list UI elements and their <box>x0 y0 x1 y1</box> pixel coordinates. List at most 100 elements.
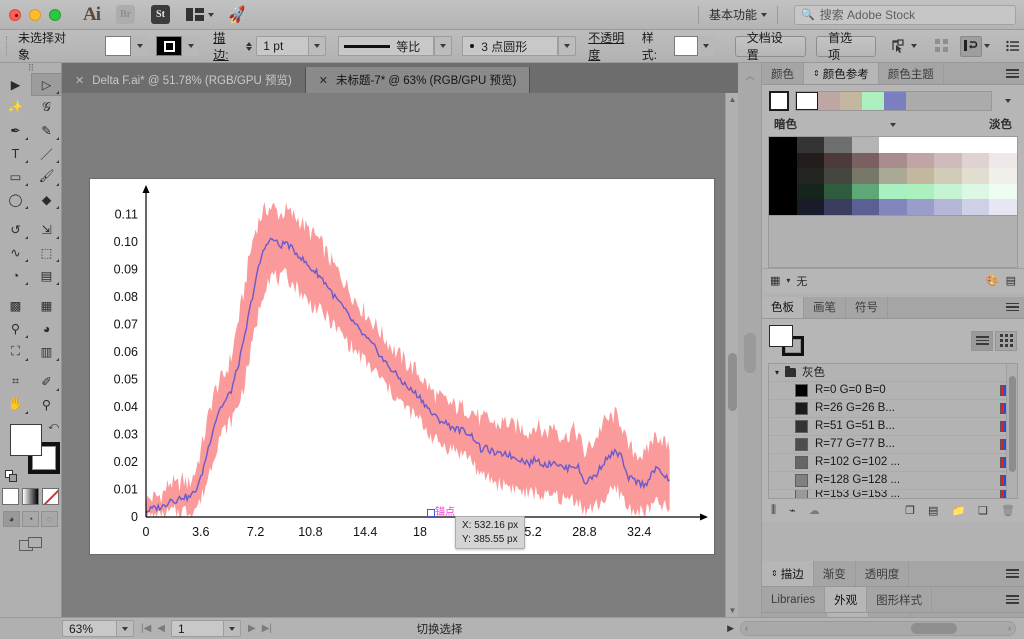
variation-swatch-1-3[interactable] <box>852 153 880 169</box>
tab-color-themes[interactable]: 颜色主题 <box>879 63 944 84</box>
swatch-list-item[interactable]: R=51 G=51 B... <box>769 417 1017 435</box>
variation-swatch-0-5[interactable] <box>907 137 935 153</box>
variation-swatch-0-7[interactable] <box>962 137 990 153</box>
artboard[interactable]: 03.67.210.814.41821.625.228.832.4 00.010… <box>90 179 714 554</box>
width-tool[interactable]: ∿ <box>0 241 31 264</box>
variation-swatch-0-4[interactable] <box>879 137 907 153</box>
perspective-grid-tool[interactable]: ▤ <box>31 264 62 287</box>
brush-dropdown[interactable] <box>558 36 576 56</box>
selection-tool[interactable]: ▶ <box>0 73 31 96</box>
color-guide-panel-menu-button[interactable] <box>1000 63 1024 84</box>
draw-behind-button[interactable]: ◔ <box>22 511 39 527</box>
scroll-left-icon[interactable]: ‹ <box>745 623 748 633</box>
variation-swatch-1-6[interactable] <box>934 153 962 169</box>
first-artboard-icon[interactable]: |◀ <box>141 623 151 634</box>
close-window-button[interactable] <box>9 9 21 21</box>
variation-swatch-0-6[interactable] <box>934 137 962 153</box>
screen-mode-button[interactable] <box>0 536 61 552</box>
prev-artboard-icon[interactable]: ◀ <box>157 623 165 634</box>
control-bar-grip[interactable] <box>6 36 10 56</box>
scroll-right-icon[interactable]: › <box>1008 623 1011 633</box>
stroke-weight-dropdown[interactable] <box>308 36 326 56</box>
variation-swatch-3-6[interactable] <box>934 184 962 200</box>
chevron-down-icon[interactable]: ▾ <box>775 368 779 377</box>
variation-swatch-3-0[interactable] <box>769 184 797 200</box>
fill-color-button[interactable] <box>105 36 131 56</box>
tab-brushes[interactable]: 画笔 <box>804 297 846 318</box>
swatch-group-row[interactable]: ▾ 灰色 <box>769 364 1017 381</box>
next-artboard-icon[interactable]: ▶ <box>248 623 256 634</box>
variation-swatch-2-6[interactable] <box>934 168 962 184</box>
draw-inside-button[interactable]: ◌ <box>41 511 58 527</box>
swatches-scroll-thumb[interactable] <box>1009 376 1016 472</box>
paintbrush-tool[interactable]: 🖌 <box>31 165 62 188</box>
zoom-level-input[interactable]: 63% <box>62 620 116 637</box>
tab-color-guide[interactable]: ⇕ 颜色参考 <box>804 63 879 84</box>
appearance-panel-menu-button[interactable] <box>1000 587 1024 612</box>
eyedropper-tool[interactable]: ⚲ <box>0 317 31 340</box>
show-swatch-kinds-icon[interactable]: ⌁ <box>789 504 796 517</box>
variation-swatch-1-5[interactable] <box>907 153 935 169</box>
more-options-button[interactable] <box>1002 36 1024 57</box>
dock-collapse-up-icon[interactable]: ︿ <box>738 67 762 83</box>
tab-symbols[interactable]: 符号 <box>846 297 888 318</box>
tab-graphic-styles[interactable]: 图形样式 <box>867 587 932 612</box>
width-profile-dropdown[interactable] <box>434 36 452 56</box>
brush-definition[interactable]: 3 点圆形 <box>462 36 558 56</box>
artboard-tool[interactable]: ⌗ <box>0 370 31 393</box>
harmony-rules-dropdown[interactable] <box>998 99 1018 103</box>
stroke-weight-stepper[interactable] <box>246 42 252 51</box>
fill-color-dropdown[interactable] <box>131 36 148 56</box>
free-transform-tool[interactable]: ⬚ <box>31 241 62 264</box>
arrange-panel-button[interactable] <box>960 36 982 57</box>
base-color-swatch[interactable] <box>769 91 789 111</box>
variation-swatch-4-7[interactable] <box>962 199 990 215</box>
zoom-level-dropdown[interactable] <box>116 620 134 637</box>
canvas-vertical-scrollbar[interactable]: ▲ ▼ <box>725 93 738 617</box>
variation-swatch-2-1[interactable] <box>797 168 825 184</box>
bridge-button[interactable]: Br <box>116 5 135 24</box>
edit-colors-icon[interactable]: 🎨 <box>986 274 1000 287</box>
variation-swatch-4-5[interactable] <box>907 199 935 215</box>
artboard-number-dropdown[interactable] <box>223 620 241 637</box>
variation-swatch-3-7[interactable] <box>962 184 990 200</box>
variation-swatch-4-2[interactable] <box>824 199 852 215</box>
column-graph-tool[interactable]: ▥ <box>31 340 62 363</box>
swatch-list-item[interactable]: R=77 G=77 B... <box>769 435 1017 453</box>
swatches-scrollbar[interactable] <box>1006 364 1017 498</box>
variation-swatch-2-4[interactable] <box>879 168 907 184</box>
scale-tool[interactable]: ⇲ <box>31 218 62 241</box>
variation-swatch-3-3[interactable] <box>852 184 880 200</box>
variation-swatch-4-6[interactable] <box>934 199 962 215</box>
variation-swatch-0-0[interactable] <box>769 137 797 153</box>
stock-search-input[interactable]: 🔍 搜索 Adobe Stock <box>794 5 1016 25</box>
harmony-color-3[interactable] <box>862 92 884 110</box>
variation-swatch-4-8[interactable] <box>989 199 1017 215</box>
variation-swatch-0-2[interactable] <box>824 137 852 153</box>
stroke-weight-label[interactable]: 描边: <box>213 29 240 63</box>
new-swatch-icon[interactable]: ❏ <box>978 504 988 517</box>
type-tool[interactable]: T <box>0 142 31 165</box>
preferences-button[interactable]: 首选项 <box>816 36 876 57</box>
status-menu-icon[interactable]: ▶ <box>727 623 734 634</box>
stroke-weight-input[interactable]: 1 pt <box>256 36 308 56</box>
variation-swatch-0-1[interactable] <box>797 137 825 153</box>
variable-width-profile[interactable]: 等比 <box>338 36 434 56</box>
grid-view-button[interactable] <box>995 331 1017 351</box>
new-color-group-icon[interactable]: ❐ <box>905 504 915 517</box>
tab-transparency[interactable]: 透明度 <box>856 561 910 586</box>
default-fill-stroke-icon[interactable] <box>5 470 17 482</box>
variation-swatch-2-8[interactable] <box>989 168 1017 184</box>
graphic-style-swatch[interactable] <box>674 36 698 56</box>
swatch-list-item[interactable]: R=102 G=102 ... <box>769 453 1017 471</box>
select-similar-button[interactable] <box>892 39 917 53</box>
stroke-color-dropdown[interactable] <box>182 36 199 56</box>
horizontal-scroll-thumb[interactable] <box>911 623 957 634</box>
swatch-list-item[interactable]: R=26 G=26 B... <box>769 399 1017 417</box>
draw-normal-button[interactable]: ◕ <box>3 511 20 527</box>
dock-rail-thumb[interactable] <box>744 333 756 373</box>
arrange-dropdown[interactable] <box>984 44 990 48</box>
fill-color-indicator[interactable] <box>10 424 42 456</box>
variation-swatch-3-8[interactable] <box>989 184 1017 200</box>
variation-swatch-1-7[interactable] <box>962 153 990 169</box>
